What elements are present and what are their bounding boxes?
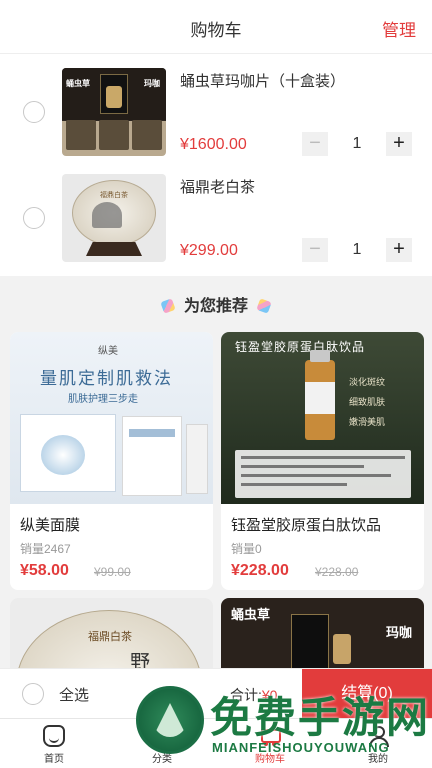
item-checkbox[interactable] (23, 101, 45, 123)
quantity-value: 1 (352, 241, 362, 258)
product-can-image (106, 86, 122, 108)
product-image: 纵美 量肌定制肌救法 肌肤护理三步走 (10, 332, 213, 504)
home-icon (43, 725, 65, 747)
total-price: 合计:¥0 (230, 685, 277, 705)
select-all-label[interactable]: 全选 (59, 684, 89, 705)
page-title: 购物车 (190, 21, 242, 40)
product-name: 纵美面膜 (20, 517, 81, 534)
tab-mine[interactable]: 我的 (348, 723, 408, 765)
original-price: ¥228.00 (315, 565, 359, 579)
bottom-tab-bar: 首页 分类 购物车 我的 (0, 718, 432, 768)
cart-item: 福鼎白茶 福鼎老白茶 ¥299.00 − 1 + (0, 160, 432, 266)
thumb-text: 蛹虫草 (66, 79, 90, 88)
product-card[interactable]: 纵美 量肌定制肌救法 肌肤护理三步走 纵美面膜 销量2467 ¥58.00 ¥9… (10, 332, 213, 590)
recommend-title: 为您推荐 (183, 298, 248, 315)
info-panel (235, 450, 411, 498)
product-image: 福鼎白茶 野 (10, 598, 213, 668)
cart-item: 蛹虫草 玛咖 蛹虫草玛咖片（十盒装） ¥1600.00 − 1 + (0, 54, 432, 160)
product-image: 蛹虫草 玛咖 (221, 598, 424, 668)
select-all-checkbox[interactable] (22, 683, 44, 705)
bottle-image (305, 350, 335, 440)
product-price: ¥228.00 (231, 562, 289, 579)
increase-button[interactable]: + (386, 132, 412, 156)
product-can-image (333, 634, 351, 664)
image-text: 嫩滑美肌 (349, 417, 386, 427)
mask-box-image (186, 424, 208, 494)
cart-icon (259, 725, 281, 747)
quantity-value: 1 (352, 135, 362, 152)
product-name[interactable]: 蛹虫草玛咖片（十盒装） (180, 70, 345, 91)
thumb-text: 玛咖 (144, 79, 160, 88)
tab-home[interactable]: 首页 (24, 723, 84, 765)
product-name[interactable]: 福鼎老白茶 (180, 176, 255, 197)
image-text: 量肌定制肌救法 (40, 369, 173, 388)
sparkle-icon (256, 298, 272, 314)
checkout-bar: 全选 合计:¥0 结算(0) (0, 668, 432, 719)
thumb-text: 福鼎白茶 (100, 192, 128, 199)
image-text: 福鼎白茶 (88, 631, 132, 643)
image-text: 蛹虫草 (231, 607, 271, 622)
top-bar: 购物车 管理 (0, 0, 432, 54)
cart-list: 蛹虫草 玛咖 蛹虫草玛咖片（十盒装） ¥1600.00 − 1 + 福鼎白茶 福… (0, 54, 432, 276)
total-label: 合计: (230, 687, 262, 703)
product-thumbnail[interactable]: 蛹虫草 玛咖 (62, 68, 166, 156)
product-image: 钰盈堂胶原蛋白肽饮品 淡化斑纹 细致肌肤 嫩滑美肌 (221, 332, 424, 504)
image-text: 野 (130, 650, 150, 668)
product-card[interactable]: 钰盈堂胶原蛋白肽饮品 淡化斑纹 细致肌肤 嫩滑美肌 钰盈堂胶原蛋白肽饮品 销量0… (221, 332, 424, 590)
product-box-image (291, 614, 329, 668)
checkout-button[interactable]: 结算(0) (302, 669, 432, 719)
image-text: 细致肌肤 (349, 397, 386, 407)
sparkle-icon (160, 298, 176, 314)
product-card[interactable]: 蛹虫草 玛咖 (221, 598, 424, 668)
decrease-button[interactable]: − (302, 132, 328, 156)
tab-label: 购物车 (255, 754, 285, 765)
product-price: ¥1600.00 (180, 136, 247, 153)
product-card[interactable]: 福鼎白茶 野 (10, 598, 213, 668)
product-thumbnail[interactable]: 福鼎白茶 (62, 174, 166, 262)
product-price: ¥299.00 (180, 242, 238, 259)
image-text: 淡化斑纹 (349, 377, 386, 387)
tea-stand-image (86, 242, 142, 256)
thumb-info-panels (66, 120, 162, 150)
tab-label: 首页 (44, 754, 64, 765)
total-amount: ¥0 (261, 687, 278, 703)
image-text: 钰盈堂胶原蛋白肽饮品 (235, 340, 366, 354)
image-text: 纵美 (98, 346, 118, 357)
image-text: 肌肤护理三步走 (68, 394, 138, 405)
quantity-stepper: − 1 + (302, 238, 412, 262)
mask-box-image (20, 414, 116, 492)
sales-count: 销量0 (231, 542, 262, 556)
mask-box-image (122, 416, 182, 496)
tab-label: 分类 (152, 754, 172, 765)
quantity-stepper: − 1 + (302, 132, 412, 156)
tab-cart[interactable]: 购物车 (240, 723, 300, 765)
original-price: ¥99.00 (94, 565, 131, 579)
decrease-button[interactable]: − (302, 238, 328, 262)
category-icon (151, 725, 175, 749)
tree-illustration (92, 202, 122, 228)
product-name: 钰盈堂胶原蛋白肽饮品 (231, 517, 382, 534)
item-checkbox[interactable] (23, 207, 45, 229)
image-tags: 淡化斑纹 细致肌肤 嫩滑美肌 (349, 372, 385, 432)
product-price: ¥58.00 (20, 562, 69, 579)
tab-category[interactable]: 分类 (132, 723, 192, 765)
increase-button[interactable]: + (386, 238, 412, 262)
tab-label: 我的 (368, 754, 388, 765)
recommend-heading: 为您推荐 (0, 292, 432, 316)
image-text: 玛咖 (385, 625, 412, 640)
sales-count: 销量2467 (20, 542, 71, 556)
manage-button[interactable]: 管理 (382, 16, 416, 41)
user-icon (367, 725, 389, 747)
